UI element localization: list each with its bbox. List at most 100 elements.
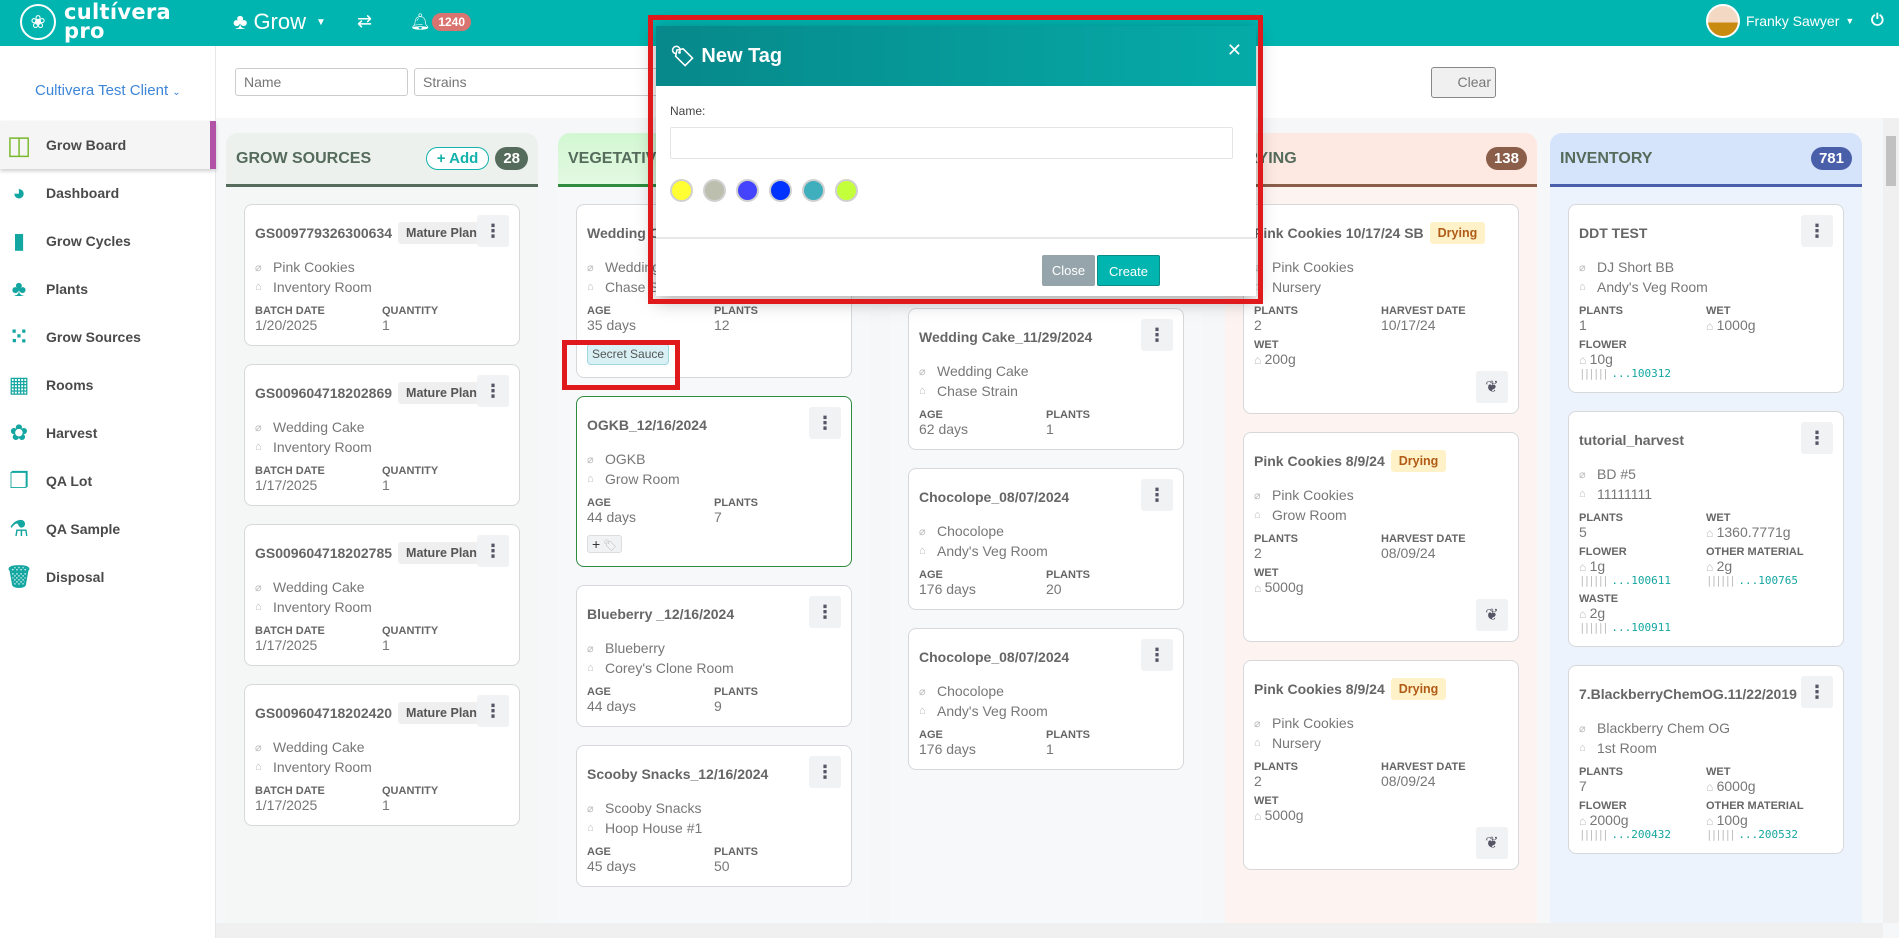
- sidebar-nav: ◫ Grow Board ◕ Dashboard ▮ Grow Cycles ♣ Plants…: [0, 121, 216, 601]
- board-card[interactable]: GS009604718202869 Mature Plant ⋮ ⌀ Wedding C…: [244, 364, 520, 506]
- bell-icon: 🔔︎: [410, 14, 431, 31]
- leaf-icon[interactable]: ❦: [1476, 599, 1508, 631]
- stat: AGE45 days: [587, 846, 714, 874]
- strain-line: ⌀ Chocolope: [919, 521, 1173, 541]
- stat-value: 7: [714, 509, 722, 525]
- stat-label: BATCH DATE: [255, 625, 325, 637]
- client-selector[interactable]: Cultivera Test Client ⌄: [35, 82, 181, 99]
- sidebar-item-rooms[interactable]: ▦ Rooms: [0, 361, 216, 409]
- room-line: ⌂ 1st Room: [1579, 738, 1833, 758]
- sidebar-item-label: QA Lot: [46, 473, 93, 489]
- room-line: ⌂ Inventory Room: [255, 277, 509, 297]
- more-options-button[interactable]: ⋮: [477, 375, 509, 407]
- sidebar-item-qa-lot[interactable]: ❐ QA Lot: [0, 457, 216, 505]
- clear-button[interactable]: Clear: [1431, 67, 1496, 98]
- barcode-link[interactable]: |||||| ...100911: [1579, 621, 1706, 634]
- more-options-button[interactable]: ⋮: [809, 596, 841, 628]
- inventory-card[interactable]: DDT TEST ⋮ ⌀ DJ Short BB ⌂ Andy's Veg Room PLA…: [1568, 204, 1844, 393]
- board-card[interactable]: Blueberry _12/16/2024 ⋮ ⌀ Blueberry ⌂ Corey's…: [576, 585, 852, 727]
- card-details: ⌀ Wedding Cake ⌂ Inventory Room: [255, 417, 509, 457]
- board-card[interactable]: Pink Cookies 8/9/24 Drying ⌀ Pink Cookies ⌂ G…: [1243, 432, 1519, 642]
- board-card[interactable]: Pink Cookies 8/9/24 Drying ⌀ Pink Cookies ⌂ N…: [1243, 660, 1519, 870]
- room-name: Grow Room: [605, 471, 680, 487]
- stat: PLANTS 2: [1254, 533, 1381, 561]
- leaf-icon[interactable]: ❦: [1476, 827, 1508, 859]
- stat-label: OTHER MATERIAL: [1706, 546, 1804, 558]
- user-menu[interactable]: Franky Sawyer ▼: [1706, 4, 1854, 38]
- flask-icon: ⚗: [9, 516, 29, 541]
- board-card[interactable]: GS009604718202420 Mature Plant ⋮ ⌀ Wedding C…: [244, 684, 520, 826]
- card-title: OGKB_12/16/2024: [587, 417, 707, 433]
- board-card[interactable]: Chocolope_08/07/2024 ⋮ ⌀ Chocolope ⌂ Andy's V…: [908, 628, 1184, 770]
- sidebar-item-disposal[interactable]: 🗑︎ Disposal: [0, 553, 216, 601]
- notifications-button[interactable]: 🔔︎ 1240: [410, 12, 472, 32]
- switch-arrows-icon[interactable]: ⇄: [357, 11, 372, 32]
- sidebar-item-dashboard[interactable]: ◕ Dashboard: [0, 169, 216, 217]
- barcode-link[interactable]: |||||| ...200432: [1579, 828, 1706, 841]
- card-details: ⌀ Chocolope ⌂ Andy's Veg Room: [919, 521, 1173, 561]
- weight-icon: ⌂: [1579, 814, 1590, 828]
- name-filter-input[interactable]: [235, 68, 408, 96]
- strain-line: ⌀ Pink Cookies: [255, 257, 509, 277]
- inventory-card[interactable]: tutorial_harvest ⋮ ⌀ BD #5 ⌂ 11111111 PLANTS 5 W…: [1568, 411, 1844, 647]
- stat-value: ⌂ 2g: [1579, 605, 1706, 621]
- more-options-button[interactable]: ⋮: [809, 756, 841, 788]
- more-options-button[interactable]: ⋮: [477, 695, 509, 727]
- stat: BATCH DATE 1/17/2025: [255, 465, 382, 493]
- power-icon[interactable]: ⏻: [1871, 12, 1884, 30]
- more-options-button[interactable]: ⋮: [1801, 215, 1833, 247]
- board-card[interactable]: GS009604718202785 Mature Plant ⋮ ⌀ Wedding C…: [244, 524, 520, 666]
- sidebar-item-label: Harvest: [46, 425, 98, 441]
- barcode-link[interactable]: |||||| ...100312: [1579, 367, 1706, 380]
- card-details: ⌀ Pink Cookies ⌂ Nursery: [1254, 713, 1508, 753]
- more-options-button[interactable]: ⋮: [477, 535, 509, 567]
- barcode-icon: ||||||: [1579, 574, 1612, 587]
- sidebar-item-plants[interactable]: ♣ Plants: [0, 265, 216, 313]
- sidebar-item-grow-board[interactable]: ◫ Grow Board: [0, 121, 216, 169]
- more-options-button[interactable]: ⋮: [1141, 319, 1173, 351]
- stat: PLANTS 20: [1046, 569, 1173, 597]
- add-tag-button[interactable]: + 🏷︎: [587, 535, 623, 553]
- module-dropdown[interactable]: ♣ Grow ▼: [233, 9, 326, 35]
- more-options-button[interactable]: ⋮: [477, 215, 509, 247]
- board-card[interactable]: OGKB_12/16/2024 ⋮ ⌀ OGKB ⌂ Grow Room AGE 44 day…: [576, 396, 852, 567]
- more-options-button[interactable]: ⋮: [1801, 676, 1833, 708]
- scrollbar-thumb[interactable]: [1886, 136, 1896, 186]
- inventory-card[interactable]: 7.BlackberryChemOG.11/22/2019 ⋮ ⌀ Blackberr…: [1568, 665, 1844, 854]
- sidebar-item-grow-cycles[interactable]: ▮ Grow Cycles: [0, 217, 216, 265]
- stat-value: 1: [1046, 741, 1054, 757]
- weight-value: 2g: [1589, 605, 1606, 621]
- sidebar-item-label: Grow Board: [46, 137, 127, 153]
- card-title: Scooby Snacks_12/16/2024: [587, 766, 769, 782]
- horizontal-scrollbar[interactable]: [216, 923, 1883, 938]
- vertical-scrollbar[interactable]: [1883, 118, 1899, 923]
- leaf-icon[interactable]: ❦: [1476, 371, 1508, 403]
- more-options-button[interactable]: ⋮: [809, 407, 841, 439]
- board-card[interactable]: GS009779326300634 Mature Plant ⋮ ⌀ Pink Cook…: [244, 204, 520, 346]
- sidebar: Cultivera Test Client ⌄ ◫ Grow Board ◕ Dash…: [0, 46, 216, 938]
- sidebar-item-harvest[interactable]: ✿ Harvest: [0, 409, 216, 457]
- sidebar-item-grow-sources[interactable]: ⁙ Grow Sources: [0, 313, 216, 361]
- board-card[interactable]: Scooby Snacks_12/16/2024 ⋮ ⌀ Scooby Snacks ⌂…: [576, 745, 852, 887]
- barcode-link[interactable]: |||||| ...200532: [1706, 828, 1833, 841]
- sidebar-item-qa-sample[interactable]: ⚗ QA Sample: [0, 505, 216, 553]
- barcode-link[interactable]: |||||| ...100765: [1706, 574, 1833, 587]
- stat-label: PLANTS: [714, 686, 758, 698]
- strain-name: Wedding Cake: [937, 363, 1029, 379]
- barcode-link[interactable]: |||||| ...100611: [1579, 574, 1706, 587]
- more-options-button[interactable]: ⋮: [1141, 639, 1173, 671]
- weight-icon: ⌂: [1706, 814, 1717, 828]
- board-card[interactable]: Chocolope_08/07/2024 ⋮ ⌀ Chocolope ⌂ Andy's V…: [908, 468, 1184, 610]
- cultivera-logo[interactable]: ❀ cultívera pro: [20, 2, 171, 42]
- stat-value: 7: [1579, 778, 1587, 794]
- leaf-icon: ⌀: [1254, 717, 1261, 730]
- stat: AGE 44 days: [587, 686, 714, 714]
- board-card[interactable]: Wedding Cake_11/29/2024 ⋮ ⌀ Wedding Cake ⌂ Ch…: [908, 308, 1184, 450]
- more-options-button[interactable]: ⋮: [1141, 479, 1173, 511]
- home-icon: ⌂: [1579, 488, 1586, 500]
- tree-icon: ♣: [233, 9, 248, 34]
- board-card[interactable]: Pink Cookies 10/17/24 SB Drying ⌀ Pink Cook…: [1243, 204, 1519, 414]
- more-options-button[interactable]: ⋮: [1801, 422, 1833, 454]
- add-grow-source-button[interactable]: + Add: [425, 147, 490, 170]
- home-icon: ⌂: [587, 822, 594, 834]
